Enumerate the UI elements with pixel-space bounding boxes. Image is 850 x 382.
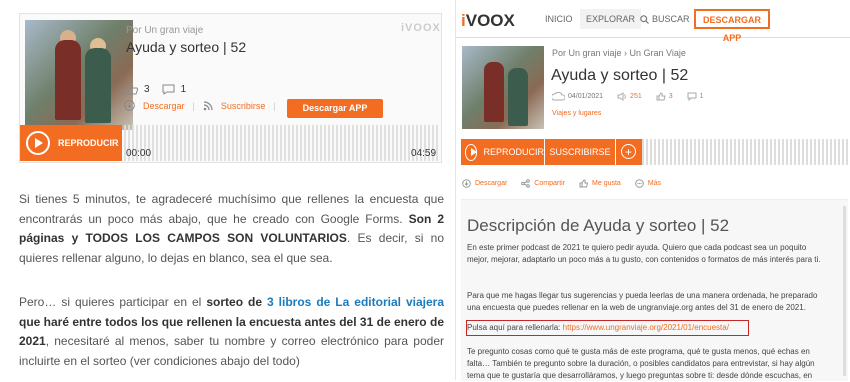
share-label: Compartir xyxy=(534,180,566,187)
books-link[interactable]: 3 libros de La editorial viajera xyxy=(267,295,444,309)
ivoox-logo[interactable]: iVOOX xyxy=(401,22,441,34)
bold-text: sorteo de xyxy=(206,295,267,309)
play-label: REPRODUCIR xyxy=(58,138,119,148)
comment-icon xyxy=(687,92,697,101)
date-meta: 04/01/2021 xyxy=(552,92,603,101)
widget-author[interactable]: Por Un gran viaje xyxy=(126,25,203,36)
likes-count: 3 xyxy=(144,83,150,95)
more-icon xyxy=(635,179,644,188)
likes-meta[interactable]: 3 xyxy=(656,92,673,101)
play-icon xyxy=(465,143,478,161)
scrollbar[interactable] xyxy=(843,206,846,376)
widget-stats: 3 1 xyxy=(124,83,186,95)
episode-date: 04/01/2021 xyxy=(568,93,604,100)
breadcrumb[interactable]: Por Un gran viaje › Un Gran Viaje xyxy=(552,48,686,58)
description-heading: Descripción de Ayuda y sorteo | 52 xyxy=(467,216,730,235)
download-label: Descargar xyxy=(475,180,508,187)
plays-count: 251 xyxy=(630,93,642,100)
episode-actions: Descargar Compartir Me gusta Más xyxy=(462,179,661,188)
ivoox-embed-widget: Por Un gran viaje Ayuda y sorteo | 52 iV… xyxy=(19,13,442,163)
current-time: 00:00 xyxy=(126,148,152,159)
plus-icon: + xyxy=(621,144,636,159)
survey-link[interactable]: https://www.ungranviaje.org/2021/01/encu… xyxy=(563,323,729,332)
download-icon xyxy=(462,179,471,188)
description-paragraph-3: Pulsa aquí para rellenarla: https://www.… xyxy=(467,322,829,334)
plays-meta: 251 xyxy=(617,92,642,101)
comment-icon[interactable] xyxy=(162,84,175,95)
category-link[interactable]: Viajes y lugares xyxy=(552,110,601,117)
share-icon xyxy=(521,179,531,188)
total-time: 04:59 xyxy=(411,148,437,159)
embed-article-pane: Por Un gran viaje Ayuda y sorteo | 52 iV… xyxy=(0,0,455,380)
description-section: Descripción de Ayuda y sorteo | 52 En es… xyxy=(461,199,848,381)
text: Si tienes 5 minutos, te agradeceré muchí… xyxy=(19,192,444,226)
description-paragraph-1: En este primer podcast de 2021 te quiero… xyxy=(467,243,821,264)
download-link[interactable]: Descargar xyxy=(143,101,185,111)
ivoox-logo[interactable]: iVOOX xyxy=(461,11,515,31)
description-paragraph-2: Para que me hagas llegar tus sugerencias… xyxy=(467,291,818,312)
top-nav: iVOOX INICIO EXPLORAR BUSCAR DESCARGAR A… xyxy=(456,0,850,43)
play-icon xyxy=(26,131,50,155)
nav-buscar-label: BUSCAR xyxy=(652,14,690,24)
text: , necesitaré al menos, saber tu nombre y… xyxy=(19,334,444,368)
description-paragraph-4: Te pregunto cosas como qué te gusta más … xyxy=(467,347,815,380)
likes-count: 3 xyxy=(668,93,673,100)
waveform-seekbar[interactable] xyxy=(642,139,850,165)
nav-buscar[interactable]: BUSCAR xyxy=(640,9,690,29)
more-label: Más xyxy=(647,180,662,187)
text: Pero… si quieres participar en el xyxy=(19,295,207,309)
thumbs-up-icon[interactable] xyxy=(124,83,138,95)
calendar-icon xyxy=(552,92,565,101)
comments-count: 1 xyxy=(699,93,704,100)
comments-count: 1 xyxy=(180,83,187,95)
subscribe-button[interactable]: SUSCRIBIRSE xyxy=(545,139,615,165)
survey-label: Pulsa aquí para rellenarla: xyxy=(467,323,563,332)
download-app-button[interactable]: DESCARGAR APP xyxy=(694,9,770,43)
share-action[interactable]: Compartir xyxy=(521,179,565,188)
thumbs-up-icon xyxy=(656,92,666,101)
episode-title: Ayuda y sorteo | 52 xyxy=(551,67,689,84)
podcast-cover[interactable] xyxy=(25,20,133,130)
like-action[interactable]: Me gusta xyxy=(579,179,621,188)
article-paragraph-2: Pero… si quieres participar en el sorteo… xyxy=(19,293,444,371)
ivoox-page-pane: iVOOX INICIO EXPLORAR BUSCAR DESCARGAR A… xyxy=(455,0,850,381)
search-icon xyxy=(640,14,649,24)
divider: | xyxy=(273,100,276,111)
play-label: REPRODUCIR xyxy=(483,147,544,157)
thumbs-up-icon xyxy=(579,179,589,188)
more-action[interactable]: Más xyxy=(635,179,661,188)
nav-inicio[interactable]: INICIO xyxy=(545,9,573,29)
download-action[interactable]: Descargar xyxy=(462,179,507,188)
episode-meta: 04/01/2021 251 3 1 xyxy=(552,92,704,101)
like-label: Me gusta xyxy=(592,180,621,187)
download-app-button[interactable]: Descargar APP xyxy=(287,99,383,118)
nav-explorar[interactable]: EXPLORAR xyxy=(580,9,642,29)
widget-title[interactable]: Ayuda y sorteo | 52 xyxy=(126,39,246,55)
subscribe-link[interactable]: Suscribirse xyxy=(221,101,266,111)
article-paragraph-1: Si tienes 5 minutos, te agradeceré muchí… xyxy=(19,190,444,268)
play-button[interactable]: REPRODUCIR xyxy=(20,125,122,161)
play-button[interactable]: REPRODUCIR xyxy=(461,139,544,165)
widget-actions: Descargar | Suscribirse | xyxy=(124,100,276,111)
player-controls: REPRODUCIR SUSCRIBIRSE + xyxy=(461,139,642,165)
add-to-list-button[interactable]: + xyxy=(616,139,642,165)
divider: | xyxy=(192,100,195,111)
speaker-icon xyxy=(617,92,627,101)
download-icon[interactable] xyxy=(124,100,135,111)
comments-meta[interactable]: 1 xyxy=(687,92,704,101)
podcast-cover[interactable] xyxy=(462,46,544,129)
rss-icon[interactable] xyxy=(203,100,213,111)
waveform-seekbar[interactable] xyxy=(124,125,440,161)
